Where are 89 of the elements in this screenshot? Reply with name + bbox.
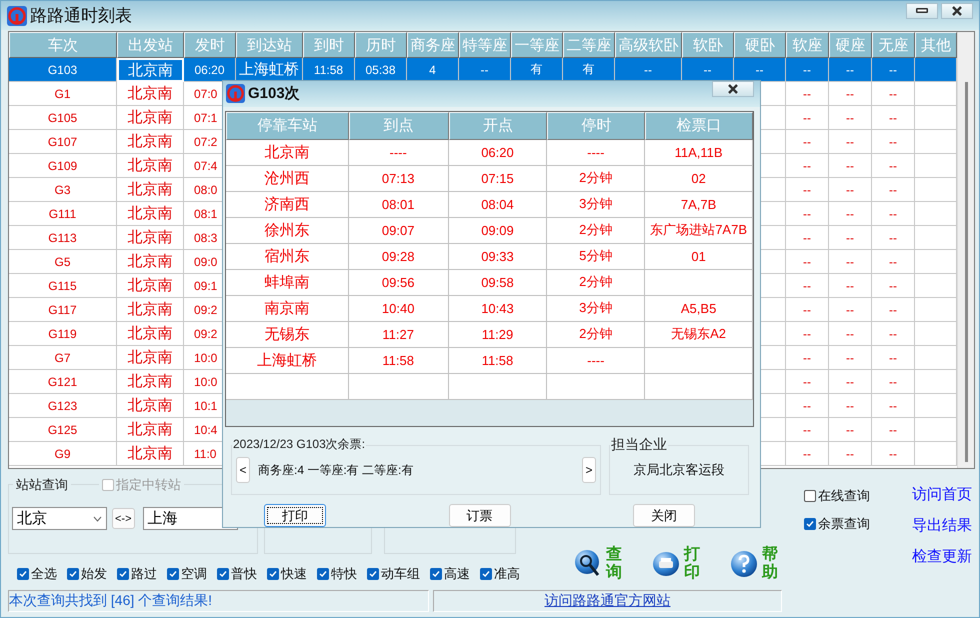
checkbox-label: 普快 [231, 565, 257, 583]
help-button[interactable]: 帮助 [730, 544, 778, 584]
table-cell: G9 [9, 442, 117, 466]
checkbox-label: 准高 [494, 565, 520, 583]
help-icon [730, 550, 758, 578]
dialog-button[interactable]: 打印 [264, 504, 326, 527]
table-cell: -- [786, 442, 829, 466]
group-title: 担当企业 [610, 436, 668, 454]
column-header[interactable]: 到点 [348, 112, 449, 140]
column-header[interactable]: 停靠车站 [226, 112, 349, 140]
minimize-button[interactable] [906, 2, 938, 18]
table-row[interactable]: G103 北京南 06:20 上海虹桥 11:58 05:38 4 -- 有 有 -- -- -- -- -- -- [9, 58, 957, 82]
checkbox-label: 快速 [281, 565, 307, 583]
group-title: 2023/12/23 G103次余票: [232, 436, 366, 453]
checkbox[interactable]: 快速 [267, 565, 307, 583]
from-dropdown[interactable]: 北京 [12, 507, 107, 530]
column-header[interactable]: 一等座 [511, 32, 563, 58]
column-header[interactable]: 二等座 [563, 32, 615, 58]
column-header[interactable]: 历时 [355, 32, 407, 58]
checkbox-label: 空调 [181, 565, 207, 583]
checkbox-label: 指定中转站 [116, 476, 181, 494]
column-header[interactable]: 硬座 [829, 32, 872, 58]
scrollbar[interactable] [957, 32, 974, 468]
column-header[interactable]: 出发站 [117, 32, 184, 58]
column-header[interactable]: 检票口 [645, 112, 753, 140]
checkbox-label: 在线查询 [818, 487, 870, 505]
checkbox[interactable]: 全选 [17, 565, 57, 583]
link[interactable]: 导出结果 [912, 516, 972, 535]
checkbox-label: 路过 [131, 565, 157, 583]
link[interactable]: 检查更新 [912, 547, 972, 566]
website-link[interactable]: 访问路路通官方网站 [544, 592, 670, 610]
search-button[interactable]: 查询 [574, 544, 622, 584]
group-title: 站站查询 [13, 476, 71, 494]
tickets-text: 商务座:4 一等座:有 二等座:有 [258, 462, 414, 478]
column-header[interactable]: 硬卧 [734, 32, 786, 58]
checkbox[interactable]: 普快 [217, 565, 257, 583]
next-button[interactable]: > [582, 457, 596, 483]
checkbox[interactable]: 路过 [117, 565, 157, 583]
checkbox-label: 全选 [31, 565, 57, 583]
column-header[interactable]: 车次 [9, 32, 117, 58]
table-cell: 北京南 [117, 442, 184, 466]
printer-icon [652, 551, 680, 577]
dialog-title: G103次 [248, 84, 301, 104]
swap-button[interactable]: <-> [112, 508, 135, 529]
table-cell: -- [829, 442, 872, 466]
window-title: 路路通时刻表 [30, 5, 133, 27]
column-header[interactable]: 无座 [872, 32, 915, 58]
column-header[interactable]: 其他 [915, 32, 957, 58]
column-header[interactable]: 商务座 [407, 32, 459, 58]
checkbox[interactable]: 空调 [167, 565, 207, 583]
checkbox[interactable]: 始发 [67, 565, 107, 583]
train-logo-icon [7, 6, 27, 26]
column-header[interactable]: 软座 [786, 32, 829, 58]
checkbox-label: 动车组 [381, 565, 420, 583]
minimize-icon [916, 8, 928, 13]
close-button[interactable] [712, 80, 754, 97]
table-cell: 北京南 [117, 58, 184, 82]
status-message: 本次查询共找到 [46] 个查询结果! [9, 592, 212, 610]
close-icon [951, 6, 963, 16]
checkbox-label: 始发 [81, 565, 107, 583]
checkbox[interactable]: 余票查询 [804, 515, 912, 533]
table-cell: -- [872, 442, 915, 466]
checkbox-label: 高速 [444, 565, 470, 583]
dialog-button[interactable]: 关闭 [633, 504, 695, 527]
close-icon [727, 84, 739, 94]
checkbox-label: 特快 [331, 565, 357, 583]
column-header[interactable]: 到时 [303, 32, 355, 58]
checkbox[interactable]: 准高 [480, 565, 520, 583]
checkbox[interactable]: 在线查询 [804, 487, 912, 505]
column-header[interactable]: 开点 [448, 112, 548, 140]
link[interactable]: 访问首页 [912, 485, 972, 504]
dialog-button[interactable]: 订票 [448, 504, 510, 527]
checkbox-label: 余票查询 [818, 515, 870, 533]
column-header[interactable]: 停时 [547, 112, 646, 140]
previous-button[interactable]: < [236, 457, 250, 483]
close-button[interactable] [941, 2, 973, 18]
train-logo-icon [226, 84, 245, 104]
column-header[interactable]: 软卧 [682, 32, 734, 58]
column-header[interactable]: 发时 [184, 32, 236, 58]
column-header[interactable]: 到达站 [236, 32, 303, 58]
checkbox[interactable]: 特快 [317, 565, 357, 583]
print-button[interactable]: 打印 [652, 544, 700, 584]
column-header[interactable]: 高级软卧 [615, 32, 682, 58]
magnifier-icon [574, 549, 602, 579]
checkbox[interactable]: 动车组 [367, 565, 420, 583]
company-name: 京局北京客运段 [634, 461, 724, 479]
checkbox[interactable]: 高速 [430, 565, 470, 583]
column-header[interactable]: 特等座 [459, 32, 511, 58]
chevron-down-icon [93, 516, 102, 522]
